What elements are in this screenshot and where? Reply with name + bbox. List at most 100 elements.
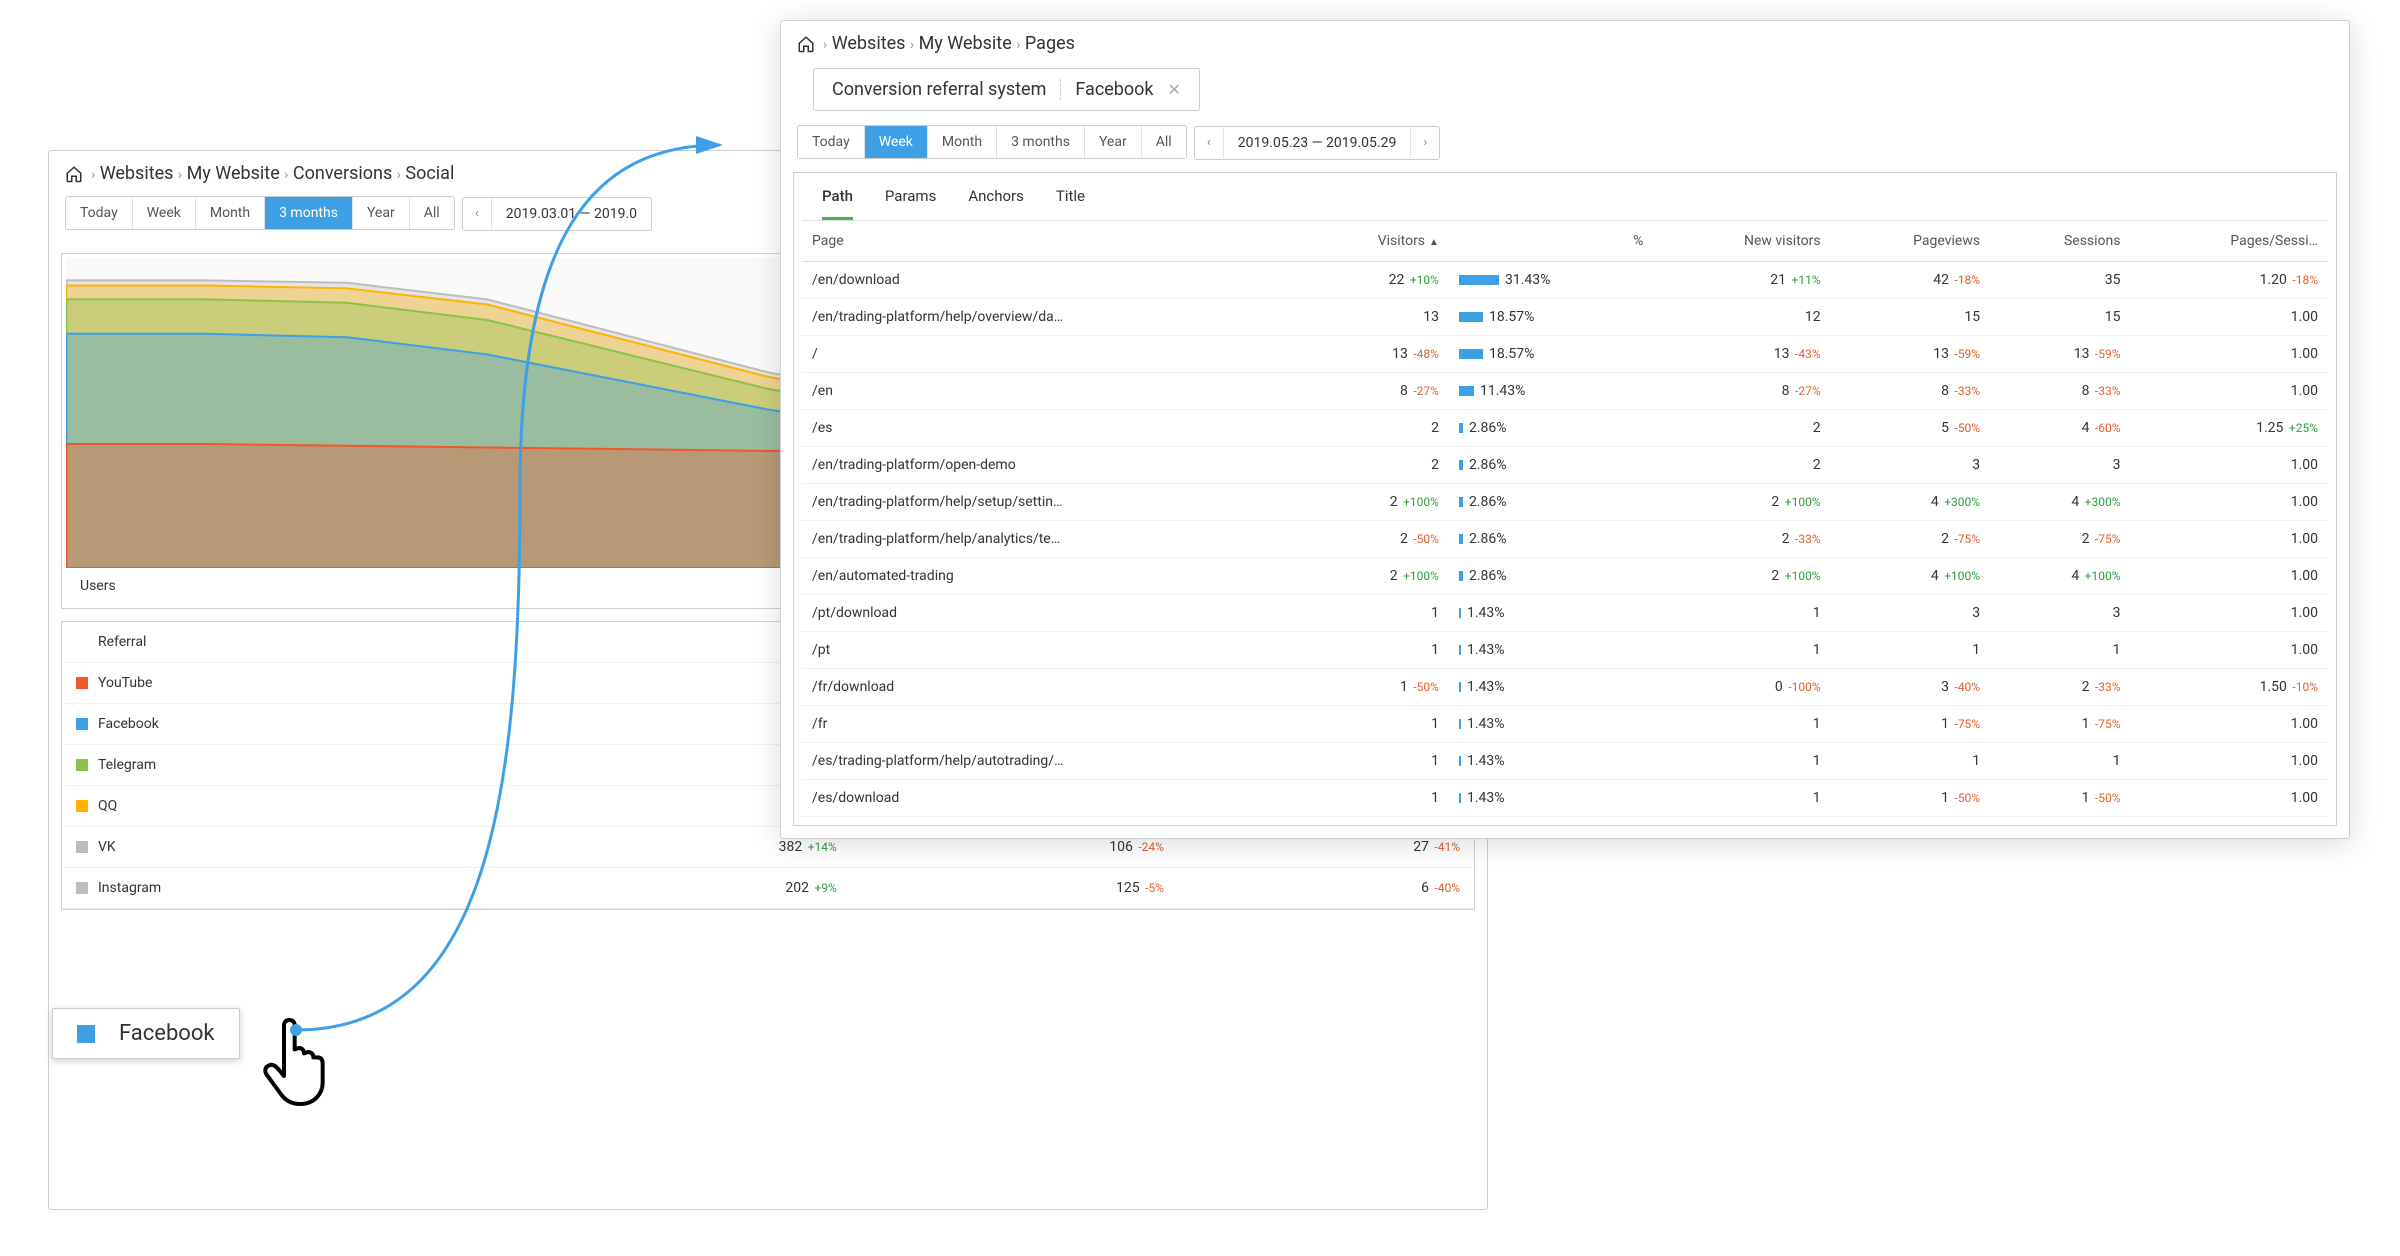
page-path: /es/trading-platform/help/autotrading/… [802,742,1300,779]
color-swatch [76,718,88,730]
table-row[interactable]: /es/trading-platform/help/autotrading/… … [802,742,2328,779]
pages-panel: › Websites › My Website › Pages Conversi… [780,20,2350,839]
pct-bar [1459,386,1474,396]
period-today[interactable]: Today [66,197,133,229]
col-header[interactable]: Page [802,221,1300,262]
table-row[interactable]: /en/trading-platform/help/setup/settin… … [802,483,2328,520]
col-header[interactable]: New visitors [1653,221,1830,262]
referral-name: QQ [98,798,117,814]
table-row[interactable]: /pt 1 1.43% 1 1 1 1.00 [802,631,2328,668]
table-row[interactable]: /en 8 -27% 11.43% 8 -27% 8 -33% 8 -33% 1… [802,372,2328,409]
period-3-months[interactable]: 3 months [997,126,1085,158]
breadcrumb-item[interactable]: Pages [1025,33,1075,54]
tabs: Path Params Anchors Title [802,173,2328,221]
col-header[interactable]: Visitors▲ [1300,221,1449,262]
pct-bar [1459,312,1483,322]
referral-name: Telegram [98,757,156,773]
pct-bar [1459,497,1463,507]
pct-bar [1459,719,1461,729]
pct-bar [1459,460,1463,470]
home-icon[interactable] [797,35,815,53]
table-row[interactable]: /en/download 22 +10% 31.43% 21 +11% 42 -… [802,261,2328,298]
col-header[interactable]: Pages/Sessi… [2131,221,2328,262]
page-path: /fr [802,705,1300,742]
prev-icon[interactable]: ‹ [1195,127,1224,158]
page-path: /en [802,372,1300,409]
period-year[interactable]: Year [1085,126,1142,158]
sort-asc-icon[interactable]: ▲ [1429,237,1439,248]
period-month[interactable]: Month [928,126,997,158]
pct-bar [1459,571,1463,581]
page-path: /es [802,409,1300,446]
table-row[interactable]: /es/download 1 1.43% 1 1 -50% 1 -50% 1.0… [802,779,2328,816]
table-row[interactable]: /en/trading-platform/help/overview/da… 1… [802,298,2328,335]
referral-name: Instagram [98,880,161,896]
period-3-months[interactable]: 3 months [265,197,353,229]
tab-anchors[interactable]: Anchors [968,187,1024,220]
pages-table: PageVisitors▲%New visitorsPageviewsSessi… [802,221,2328,817]
table-row[interactable]: /en/trading-platform/open-demo 2 2.86% 2… [802,446,2328,483]
period-selector: TodayWeekMonth3 monthsYearAll [65,196,455,230]
breadcrumb-right: › Websites › My Website › Pages [781,21,2349,66]
breadcrumb-item[interactable]: Websites [100,163,174,184]
page-path: /pt/download [802,594,1300,631]
filter-label: Conversion referral system [832,79,1061,100]
col-header[interactable]: Sessions [1990,221,2130,262]
referral-row[interactable]: Instagram202 +9%125 -5%6 -40% [62,867,1474,908]
page-path: /en/trading-platform/help/analytics/te… [802,520,1300,557]
date-range-picker[interactable]: ‹ 2019.05.23 — 2019.05.29 › [1194,126,1440,160]
page-path: /en/trading-platform/help/overview/da… [802,298,1300,335]
period-week[interactable]: Week [865,126,928,158]
breadcrumb-item[interactable]: My Website [187,163,280,184]
color-swatch [76,800,88,812]
date-range-picker[interactable]: ‹ 2019.03.01 — 2019.0 [462,197,652,231]
prev-icon[interactable]: ‹ [463,198,492,229]
page-path: /en/trading-platform/help/setup/settin… [802,483,1300,520]
period-year[interactable]: Year [353,197,410,229]
table-row[interactable]: /pt/download 1 1.43% 1 3 3 1.00 [802,594,2328,631]
table-row[interactable]: /en/trading-platform/help/analytics/te… … [802,520,2328,557]
tab-title[interactable]: Title [1056,187,1085,220]
table-row[interactable]: / 13 -48% 18.57% 13 -43% 13 -59% 13 -59%… [802,335,2328,372]
col-header[interactable]: Pageviews [1831,221,1990,262]
pct-bar [1459,275,1499,285]
date-range-text: 2019.03.01 — 2019.0 [492,198,651,230]
color-swatch [76,759,88,771]
table-row[interactable]: /fr 1 1.43% 1 1 -75% 1 -75% 1.00 [802,705,2328,742]
period-month[interactable]: Month [196,197,265,229]
close-icon[interactable]: ✕ [1168,80,1181,99]
table-row[interactable]: /en/automated-trading 2 +100% 2.86% 2 +1… [802,557,2328,594]
page-path: /fr/download [802,668,1300,705]
home-icon[interactable] [65,165,83,183]
breadcrumb-item[interactable]: Conversions [293,163,392,184]
referral-name: Facebook [98,716,159,732]
next-icon[interactable]: › [1410,127,1439,158]
tab-path[interactable]: Path [822,187,853,220]
period-all[interactable]: All [410,197,454,229]
col-header[interactable]: % [1449,221,1653,262]
page-path: /en/download [802,261,1300,298]
facebook-swatch [77,1025,95,1043]
breadcrumb-item[interactable]: My Website [919,33,1012,54]
color-swatch [76,882,88,894]
period-all[interactable]: All [1142,126,1186,158]
period-today[interactable]: Today [798,126,865,158]
table-row[interactable]: /es 2 2.86% 2 5 -50% 4 -60% 1.25 +25% [802,409,2328,446]
breadcrumb-item[interactable]: Social [405,163,454,184]
filter-tag[interactable]: Conversion referral system Facebook ✕ [813,68,1200,111]
pct-bar [1459,349,1483,359]
pct-bar [1459,608,1461,618]
date-range-text: 2019.05.23 — 2019.05.29 [1224,127,1411,159]
breadcrumb-item[interactable]: Websites [832,33,906,54]
page-path: /en/automated-trading [802,557,1300,594]
pct-bar [1459,534,1463,544]
page-path: /en/trading-platform/open-demo [802,446,1300,483]
tab-params[interactable]: Params [885,187,936,220]
page-path: /pt [802,631,1300,668]
referral-name: VK [98,839,116,855]
period-week[interactable]: Week [133,197,196,229]
pct-bar [1459,645,1461,655]
facebook-popup[interactable]: Facebook [52,1008,240,1059]
page-path: / [802,335,1300,372]
table-row[interactable]: /fr/download 1 -50% 1.43% 0 -100% 3 -40%… [802,668,2328,705]
